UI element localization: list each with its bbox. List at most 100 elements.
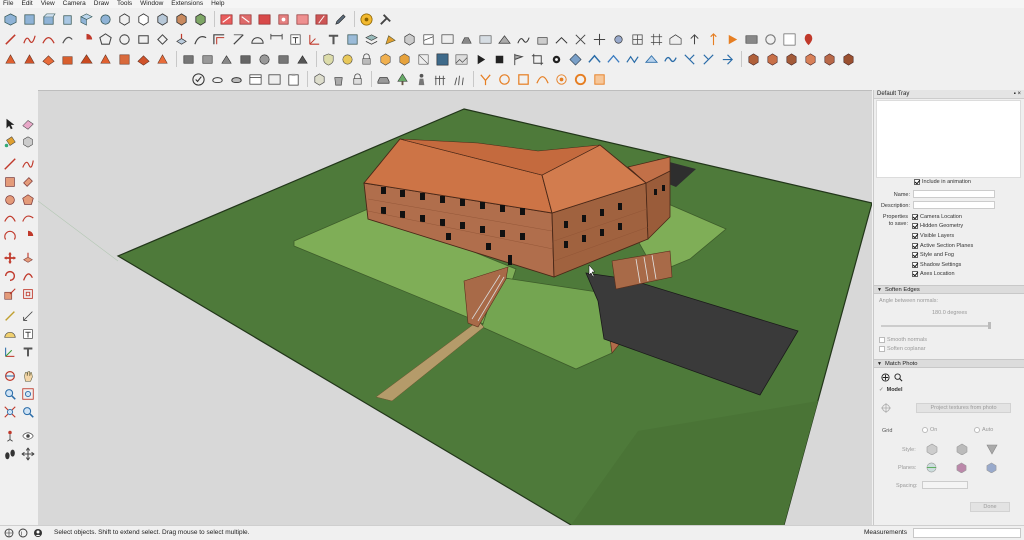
protractor-palette-icon[interactable]: [2, 326, 18, 342]
left-view-button[interactable]: [97, 11, 114, 28]
check-icon[interactable]: [190, 71, 207, 88]
grass-icon[interactable]: [451, 71, 468, 88]
match-photo-header[interactable]: ▼ Match Photo: [874, 359, 1024, 368]
padlock-icon[interactable]: [349, 71, 366, 88]
plane-3-icon[interactable]: [986, 462, 997, 474]
styles-icon[interactable]: [420, 31, 437, 48]
circle-tool-icon[interactable]: [116, 31, 133, 48]
ext-tool-1-icon[interactable]: [180, 51, 197, 68]
grid-style-3-icon[interactable]: [986, 443, 998, 455]
stamp-icon[interactable]: [534, 31, 551, 48]
ext-roof-3-icon[interactable]: [624, 51, 641, 68]
ext-tool-6-icon[interactable]: [275, 51, 292, 68]
ext-orange-7-icon[interactable]: [116, 51, 133, 68]
add-photo-icon[interactable]: [881, 373, 890, 382]
drape-icon[interactable]: [553, 31, 570, 48]
polygon-tool-icon[interactable]: [97, 31, 114, 48]
ext-fold-1-icon[interactable]: [681, 51, 698, 68]
ext-paint-icon[interactable]: [339, 51, 356, 68]
ext-cube-icon[interactable]: [377, 51, 394, 68]
menu-draw[interactable]: Draw: [94, 0, 109, 8]
pie-palette-icon[interactable]: [20, 228, 36, 244]
ext-pattern-icon[interactable]: [415, 51, 432, 68]
follow-me-tool-icon[interactable]: [192, 31, 209, 48]
get-models-icon[interactable]: [358, 11, 375, 28]
ext-brick-2-icon[interactable]: [764, 51, 781, 68]
ext-orange-1-icon[interactable]: [2, 51, 19, 68]
scale-tool-icon[interactable]: [2, 286, 18, 302]
soften-coplanar-checkbox[interactable]: Soften coplanar: [879, 346, 926, 352]
section-circle-icon[interactable]: [496, 71, 513, 88]
offset-tool-icon[interactable]: [211, 31, 228, 48]
ext-lock-icon[interactable]: [358, 51, 375, 68]
paint-bucket-icon[interactable]: [2, 134, 18, 150]
spacing-field[interactable]: [922, 481, 968, 489]
push-pull-palette-icon[interactable]: [20, 250, 36, 266]
arc2-tool-icon[interactable]: [59, 31, 76, 48]
3d-text-tool-icon[interactable]: [325, 31, 342, 48]
done-button[interactable]: Done: [970, 502, 1010, 512]
previous-view-icon[interactable]: [20, 404, 36, 420]
shaded-button[interactable]: [154, 11, 171, 28]
display-section-planes-button[interactable]: [237, 11, 254, 28]
section-ring-icon[interactable]: [572, 71, 589, 88]
arc3-palette-icon[interactable]: [2, 228, 18, 244]
ext-tool-7-icon[interactable]: [294, 51, 311, 68]
move-tool-icon[interactable]: [2, 250, 18, 266]
display-section-cuts-button[interactable]: [256, 11, 273, 28]
add-detail-icon[interactable]: [591, 31, 608, 48]
zoom-photo-icon[interactable]: [894, 373, 903, 382]
flip-edge-icon[interactable]: [572, 31, 589, 48]
follow-me-palette-icon[interactable]: [20, 268, 36, 284]
grid-icon[interactable]: [648, 31, 665, 48]
prop-visible-layers[interactable]: Visible Layers: [912, 233, 954, 239]
tape-measure-palette-icon[interactable]: [2, 308, 18, 324]
ext-fold-3-icon[interactable]: [719, 51, 736, 68]
section-box-icon[interactable]: [591, 71, 608, 88]
mesh-icon[interactable]: [629, 31, 646, 48]
menu-file[interactable]: File: [3, 0, 13, 8]
protractor-icon[interactable]: [249, 31, 266, 48]
back-view-button[interactable]: [78, 11, 95, 28]
ext-roof-1-icon[interactable]: [586, 51, 603, 68]
ext-roof-4-icon[interactable]: [643, 51, 660, 68]
section-plane-button[interactable]: [218, 11, 235, 28]
select-tool-icon[interactable]: [2, 116, 18, 132]
include-animation-checkbox[interactable]: Include in animation: [914, 179, 971, 185]
pie-tool-icon[interactable]: [78, 31, 95, 48]
stamp-badge-icon[interactable]: [311, 71, 328, 88]
section-fill-button[interactable]: [275, 11, 292, 28]
ext-brick-3-icon[interactable]: [783, 51, 800, 68]
terrain-icon[interactable]: [515, 31, 532, 48]
polygon-palette-icon[interactable]: [20, 192, 36, 208]
car-icon[interactable]: [375, 71, 392, 88]
rectangle-palette-icon[interactable]: [2, 174, 18, 190]
shaded-textures-button[interactable]: [173, 11, 190, 28]
arc2-palette-icon[interactable]: [20, 210, 36, 226]
ext-shield-icon[interactable]: [320, 51, 337, 68]
component-tool-icon[interactable]: [20, 134, 36, 150]
walk-tool-icon[interactable]: [2, 446, 18, 462]
ext-roof-2-icon[interactable]: [605, 51, 622, 68]
ext-orange-9-icon[interactable]: [154, 51, 171, 68]
fence-icon[interactable]: [432, 71, 449, 88]
measurements-field[interactable]: [913, 528, 1021, 538]
xray-button[interactable]: [294, 11, 311, 28]
ext-flag-icon[interactable]: [510, 51, 527, 68]
axes-tool-icon[interactable]: [306, 31, 323, 48]
arc-tool-icon[interactable]: [40, 31, 57, 48]
sandbox-icon[interactable]: [496, 31, 513, 48]
ext-orange-4-icon[interactable]: [59, 51, 76, 68]
prop-active-section-planes[interactable]: Active Section Planes: [912, 243, 973, 249]
push-pull-tool-icon[interactable]: [173, 31, 190, 48]
ext-diamond-icon[interactable]: [567, 51, 584, 68]
model-viewport[interactable]: [38, 90, 872, 525]
close-icon[interactable]: ×: [1017, 91, 1021, 97]
menu-tools[interactable]: Tools: [117, 0, 132, 8]
play-icon[interactable]: [472, 51, 489, 68]
prop-style-and-fog[interactable]: Style and Fog: [912, 252, 954, 258]
prop-axes-location[interactable]: Axes Location: [912, 271, 955, 277]
zoom-tool-icon[interactable]: [2, 386, 18, 402]
arc-palette-icon[interactable]: [2, 210, 18, 226]
teapot-solid-icon[interactable]: [228, 71, 245, 88]
